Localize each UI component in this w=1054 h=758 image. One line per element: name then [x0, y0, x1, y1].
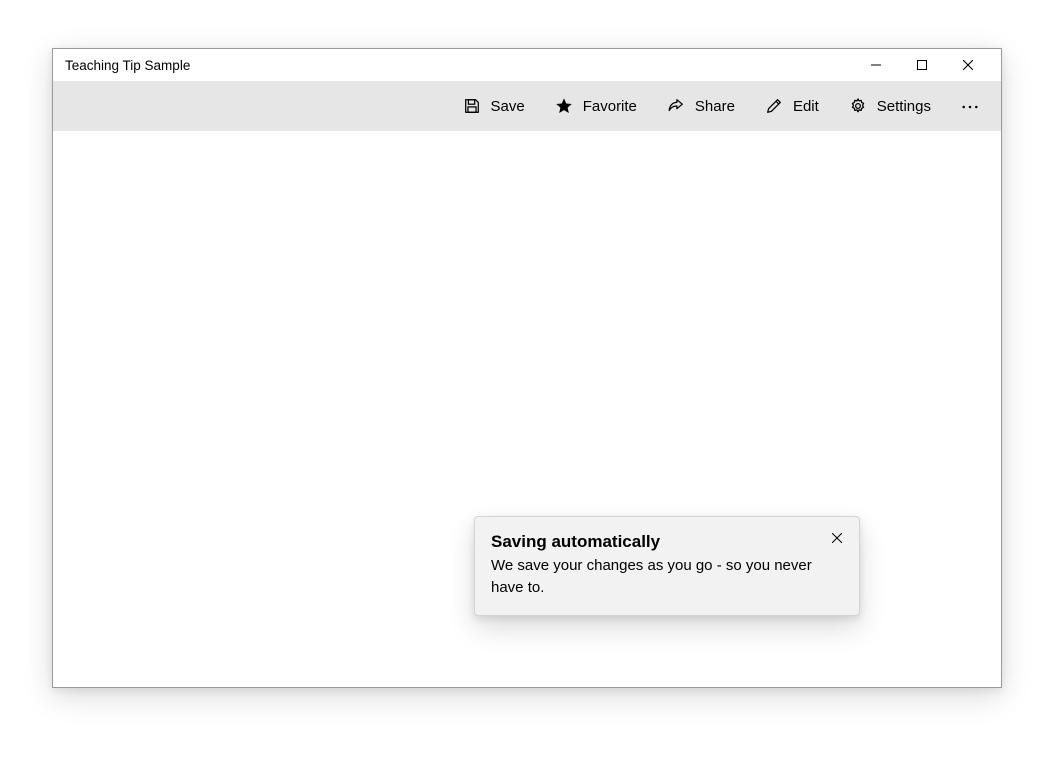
- teaching-tip: Saving automatically We save your change…: [474, 516, 860, 616]
- maximize-button[interactable]: [899, 49, 945, 81]
- close-window-button[interactable]: [945, 49, 991, 81]
- teaching-tip-close-button[interactable]: [825, 527, 849, 551]
- settings-button[interactable]: Settings: [835, 86, 945, 126]
- app-window: Teaching Tip Sample: [52, 48, 1002, 688]
- maximize-icon: [917, 58, 927, 73]
- save-label: Save: [491, 98, 525, 115]
- window-controls: [853, 49, 991, 81]
- share-label: Share: [695, 98, 735, 115]
- teaching-tip-title: Saving automatically: [491, 531, 843, 553]
- share-icon: [667, 97, 685, 115]
- star-icon: [555, 97, 573, 115]
- gear-icon: [849, 97, 867, 115]
- window-title: Teaching Tip Sample: [65, 58, 853, 73]
- edit-label: Edit: [793, 98, 819, 115]
- more-button[interactable]: [947, 86, 993, 126]
- favorite-button[interactable]: Favorite: [541, 86, 651, 126]
- close-icon: [963, 58, 973, 73]
- save-icon: [463, 97, 481, 115]
- favorite-label: Favorite: [583, 98, 637, 115]
- edit-icon: [765, 97, 783, 115]
- content-area: Saving automatically We save your change…: [53, 131, 1001, 687]
- titlebar: Teaching Tip Sample: [53, 49, 1001, 81]
- settings-label: Settings: [877, 98, 931, 115]
- minimize-icon: [871, 58, 881, 73]
- more-icon: [961, 97, 979, 115]
- close-icon: [832, 530, 842, 548]
- minimize-button[interactable]: [853, 49, 899, 81]
- edit-button[interactable]: Edit: [751, 86, 833, 126]
- command-bar: Save Favorite Share Edit: [53, 81, 1001, 131]
- save-button[interactable]: Save: [449, 86, 539, 126]
- share-button[interactable]: Share: [653, 86, 749, 126]
- teaching-tip-subtitle: We save your changes as you go - so you …: [491, 555, 843, 599]
